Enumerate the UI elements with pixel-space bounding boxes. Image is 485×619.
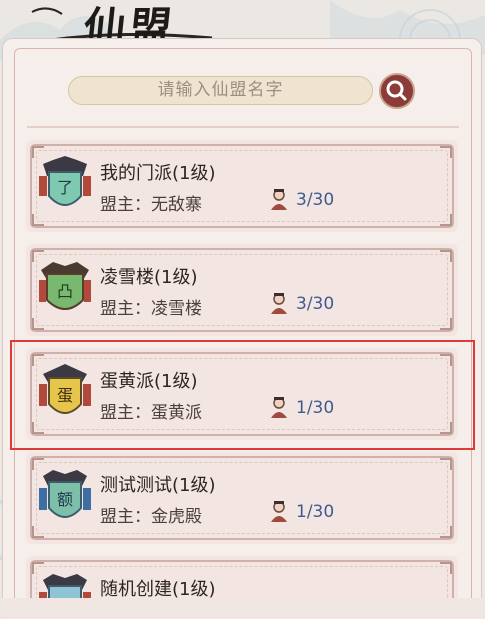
guild-name: 蛋黄派(1级) bbox=[100, 371, 198, 392]
card-frame bbox=[30, 144, 454, 228]
member-icon bbox=[271, 397, 287, 418]
guild-name: 测试测试(1级) bbox=[100, 475, 216, 496]
svg-text:了: 了 bbox=[57, 178, 73, 197]
guild-leader: 盟主：金虎殿 bbox=[100, 507, 202, 527]
guild-card[interactable]: 凸 凌雪楼(1级) 盟主：凌雪楼 3/30 bbox=[26, 244, 458, 336]
member-icon bbox=[271, 501, 287, 522]
card-frame bbox=[30, 456, 454, 540]
guild-card[interactable]: 随机创建(1级) bbox=[26, 556, 458, 598]
member-count: 1/30 bbox=[296, 398, 335, 418]
card-frame bbox=[30, 248, 454, 332]
guild-card[interactable]: 额 测试测试(1级) 盟主：金虎殿 1/30 bbox=[26, 452, 458, 544]
member-icon bbox=[271, 293, 287, 314]
member-icon bbox=[271, 189, 287, 210]
card-frame bbox=[30, 560, 454, 598]
guild-card[interactable]: 了 我的门派(1级) 盟主：无敌寨 3/30 bbox=[26, 140, 458, 232]
guild-name: 我的门派(1级) bbox=[100, 163, 216, 184]
guild-name: 随机创建(1级) bbox=[100, 579, 216, 598]
svg-text:蛋: 蛋 bbox=[57, 386, 73, 405]
guild-emblem-icon: 额 bbox=[39, 470, 91, 518]
guild-leader: 盟主：蛋黄派 bbox=[100, 403, 202, 423]
guild-emblem-icon: 了 bbox=[39, 156, 91, 206]
guild-emblem-icon: 蛋 bbox=[39, 364, 91, 414]
svg-text:凸: 凸 bbox=[57, 282, 73, 301]
guild-emblem-icon: 凸 bbox=[39, 262, 91, 310]
member-count: 1/30 bbox=[296, 502, 335, 522]
guild-screen: 仙盟 请输入仙盟名字 了 我的门派(1级) 盟主：无敌寨 3/30 凸 凌雪楼(… bbox=[0, 0, 485, 619]
guild-card-selected[interactable]: 蛋 蛋黄派(1级) 盟主：蛋黄派 1/30 bbox=[26, 348, 458, 440]
guild-list: 了 我的门派(1级) 盟主：无敌寨 3/30 凸 凌雪楼(1级) 盟主：凌雪楼 … bbox=[0, 0, 485, 598]
member-count: 3/30 bbox=[296, 190, 335, 210]
panel-bottom bbox=[2, 598, 482, 619]
card-frame bbox=[30, 352, 454, 436]
guild-leader: 盟主：凌雪楼 bbox=[100, 299, 202, 319]
guild-emblem-icon bbox=[39, 574, 91, 598]
svg-text:额: 额 bbox=[57, 490, 73, 509]
guild-name: 凌雪楼(1级) bbox=[100, 267, 198, 288]
member-count: 3/30 bbox=[296, 294, 335, 314]
guild-leader: 盟主：无敌寨 bbox=[100, 195, 202, 215]
